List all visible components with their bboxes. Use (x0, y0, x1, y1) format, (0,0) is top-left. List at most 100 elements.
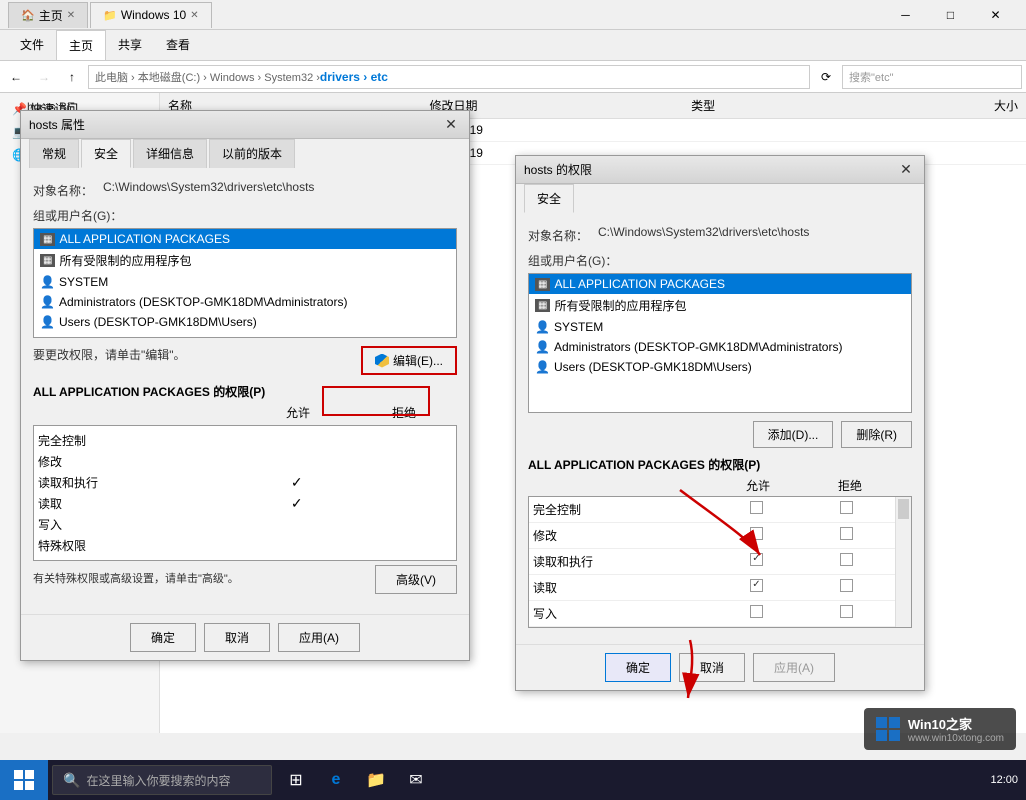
ribbon-tab-file[interactable]: 文件 (8, 30, 56, 60)
perm-user-admins[interactable]: 👤 Administrators (DESKTOP-GMK18DM\Admini… (529, 337, 911, 357)
tab-windows10[interactable]: 📁 Windows 10 ✕ (90, 2, 211, 28)
perm-scrollbar[interactable] (895, 497, 911, 627)
taskbar-search[interactable]: 🔍 在这里输入你要搜索的内容 (52, 765, 272, 795)
prop-apply-btn[interactable]: 应用(A) (278, 623, 360, 652)
add-btn[interactable]: 添加(D)... (753, 421, 834, 448)
perm-users-listbox[interactable]: ▦ ALL APPLICATION PACKAGES ▦ 所有受限制的应用程序包… (528, 273, 912, 413)
user-restricted[interactable]: ▦ 所有受限制的应用程序包 (34, 249, 456, 272)
user-users[interactable]: 👤 Users (DESKTOP-GMK18DM\Users) (34, 312, 456, 332)
cb-read-deny[interactable] (840, 579, 853, 592)
ribbon-tabs: 文件 主页 共享 查看 (0, 30, 1026, 60)
wm-logo-4 (889, 730, 900, 741)
cb-full-deny[interactable] (840, 501, 853, 514)
address-path[interactable]: 此电脑 › 本地磁盘(C:) › Windows › System32 › dr… (88, 65, 810, 89)
perm-apply-btn[interactable]: 应用(A) (753, 653, 835, 682)
ribbon: 文件 主页 共享 查看 (0, 30, 1026, 61)
tab-win10-close[interactable]: ✕ (190, 10, 198, 21)
perm2-title: ALL APPLICATION PACKAGES 的权限(P) (528, 456, 912, 473)
forward-btn[interactable]: → (32, 65, 56, 89)
ribbon-tab-view[interactable]: 查看 (154, 30, 202, 60)
wm-logo-3 (876, 730, 887, 741)
perm-dialog-close[interactable]: ✕ (896, 160, 916, 180)
perm-dialog-footer: 确定 取消 应用(A) (516, 644, 924, 690)
cb-modify-deny[interactable] (840, 527, 853, 540)
tab-details[interactable]: 详细信息 (133, 139, 207, 168)
perm-row-modify: 修改 (38, 451, 452, 472)
wm-logo-2 (889, 717, 900, 728)
tab-home[interactable]: 🏠 主页 ✕ (8, 2, 88, 28)
tab-general[interactable]: 常规 (29, 139, 79, 168)
taskbar-icons: ⊞ e 📁 ✉ (280, 764, 432, 796)
folder-icon[interactable]: 📁 (360, 764, 392, 796)
col-deny: 拒绝 (351, 404, 457, 421)
hosts-prop-titlebar: hosts 属性 ✕ (21, 111, 469, 139)
close-btn[interactable]: ✕ (973, 0, 1018, 30)
search-input[interactable]: 搜索"etc" (842, 65, 1022, 89)
cb-write-deny[interactable] (840, 605, 853, 618)
tab-previous[interactable]: 以前的版本 (209, 139, 295, 168)
user-system[interactable]: 👤 SYSTEM (34, 272, 456, 292)
perm2-row-read-exec: 读取和执行 (529, 549, 911, 575)
cb-read-allow[interactable] (750, 579, 763, 592)
user-administrators[interactable]: 👤 Administrators (DESKTOP-GMK18DM\Admini… (34, 292, 456, 312)
ribbon-tab-share[interactable]: 共享 (106, 30, 154, 60)
cb-readexec-allow[interactable] (750, 553, 763, 566)
user-all-app-packages[interactable]: ▦ ALL APPLICATION PACKAGES (34, 229, 456, 249)
perm-ok-btn[interactable]: 确定 (605, 653, 671, 682)
prop-ok-btn[interactable]: 确定 (130, 623, 196, 652)
remove-btn[interactable]: 删除(R) (841, 421, 912, 448)
tab-home-close[interactable]: ✕ (67, 10, 75, 21)
back-btn[interactable]: ← (4, 65, 28, 89)
perm-row-write: 写入 (38, 514, 452, 535)
hosts-prop-title: hosts 属性 (29, 116, 441, 133)
maximize-btn[interactable]: □ (928, 0, 973, 30)
hosts-prop-close[interactable]: ✕ (441, 115, 461, 135)
cb-write-allow[interactable] (750, 605, 763, 618)
hosts-prop-tabs: 常规 安全 详细信息 以前的版本 (21, 139, 469, 168)
perm-tab-security[interactable]: 安全 (524, 184, 574, 213)
object-name-row: 对象名称： C:\Windows\System32\drivers\etc\ho… (33, 180, 457, 199)
perm-dialog-content: 对象名称： C:\Windows\System32\drivers\etc\ho… (516, 213, 924, 644)
cb-full-allow[interactable] (750, 501, 763, 514)
prop-cancel-btn[interactable]: 取消 (204, 623, 270, 652)
hosts-properties-dialog: hosts 属性 ✕ 常规 安全 详细信息 以前的版本 对象名称： C:\Win… (20, 110, 470, 661)
watermark: Win10之家 www.win10xtong.com (864, 708, 1016, 750)
hosts-prop-footer: 确定 取消 应用(A) (21, 614, 469, 660)
object-name-label: 对象名称： (33, 180, 103, 199)
group-label: 组或用户名(G)： (33, 207, 457, 224)
advanced-hint: 有关特殊权限或高级设置，请单击"高级"。 (33, 570, 375, 586)
edge-icon[interactable]: e (320, 764, 352, 796)
start-button[interactable] (0, 760, 48, 800)
perm-row-read: 读取 ✓ (38, 493, 452, 514)
cb-modify-allow[interactable] (750, 527, 763, 540)
perm-user-restricted[interactable]: ▦ 所有受限制的应用程序包 (529, 294, 911, 317)
perm-user-users[interactable]: 👤 Users (DESKTOP-GMK18DM\Users) (529, 357, 911, 377)
minimize-btn[interactable]: ─ (883, 0, 928, 30)
ribbon-tab-home[interactable]: 主页 (56, 30, 106, 60)
mail-icon[interactable]: ✉ (400, 764, 432, 796)
address-bar: ← → ↑ 此电脑 › 本地磁盘(C:) › Windows › System3… (0, 61, 1026, 93)
taskview-btn[interactable]: ⊞ (280, 764, 312, 796)
perm2-col-deny: 拒绝 (804, 477, 896, 494)
perm2-col-allow: 允许 (712, 477, 804, 494)
perm-row-special: 特殊权限 (38, 535, 452, 556)
advanced-button[interactable]: 高级(V) (375, 565, 457, 594)
hosts-permissions-dialog: hosts 的权限 ✕ 安全 对象名称： C:\Windows\System32… (515, 155, 925, 691)
tab-security[interactable]: 安全 (81, 139, 131, 168)
up-btn[interactable]: ↑ (60, 65, 84, 89)
perm-user-all-app[interactable]: ▦ ALL APPLICATION PACKAGES (529, 274, 911, 294)
users-listbox[interactable]: ▦ ALL APPLICATION PACKAGES ▦ 所有受限制的应用程序包… (33, 228, 457, 338)
explorer-titlebar: 🏠 主页 ✕ 📁 Windows 10 ✕ ─ □ ✕ (0, 0, 1026, 30)
taskbar-time: 12:00 (990, 774, 1018, 786)
perm-object-label: 对象名称： (528, 225, 598, 244)
cb-readexec-deny[interactable] (840, 553, 853, 566)
hosts-prop-content: 对象名称： C:\Windows\System32\drivers\etc\ho… (21, 168, 469, 614)
perm-object-row: 对象名称： C:\Windows\System32\drivers\etc\ho… (528, 225, 912, 244)
edit-button[interactable]: 编辑(E)... (361, 346, 457, 375)
refresh-btn[interactable]: ⟳ (814, 65, 838, 89)
perm-cancel-btn[interactable]: 取消 (679, 653, 745, 682)
perm-user-system[interactable]: 👤 SYSTEM (529, 317, 911, 337)
perm-dialog-tabs: 安全 (516, 184, 924, 213)
taskbar-right: 12:00 (990, 774, 1026, 786)
taskbar-search-text: 在这里输入你要搜索的内容 (86, 772, 230, 789)
